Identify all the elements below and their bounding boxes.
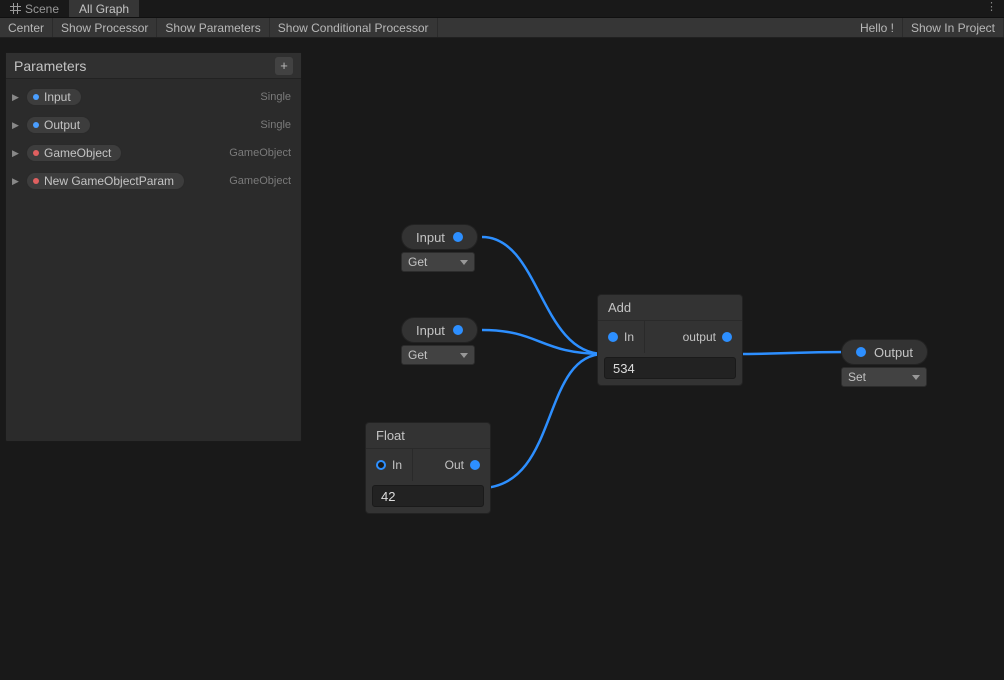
dropdown-label: Set [848,370,866,384]
node-header[interactable]: Float [366,423,490,449]
add-value-input[interactable]: 534 [604,357,736,379]
input-port-cell: In [366,449,413,481]
node-graph-canvas[interactable]: Input Get Input Get Float In [0,38,1004,680]
node-float[interactable]: Float In Out 42 [365,422,491,514]
float-value-input[interactable]: 42 [372,485,484,507]
node-output-mode-dropdown[interactable]: Set [841,367,927,387]
input-port[interactable] [376,460,386,470]
window-menu-icon[interactable]: ⋮ [982,0,1000,13]
show-processor-button[interactable]: Show Processor [53,18,157,37]
tab-graph-label: All Graph [79,2,129,16]
node-ports-row: In output [598,321,742,353]
tab-scene-label: Scene [25,2,59,16]
graph-toolbar: Center Show Processor Show Parameters Sh… [0,18,1004,38]
dropdown-label: Get [408,348,427,362]
dropdown-label: Get [408,255,427,269]
tab-scene[interactable]: Scene [0,0,69,17]
graph-canvas-area: Parameters + ▶ Input Single ▶ Output Sin… [0,38,1004,680]
chevron-down-icon [460,260,468,265]
output-port[interactable] [453,232,463,242]
center-button[interactable]: Center [0,18,53,37]
node-add[interactable]: Add In output 534 [597,294,743,386]
node-input-2-mode-dropdown[interactable]: Get [401,345,475,365]
output-port-cell: output [673,321,742,353]
node-ports-row: In Out [366,449,490,481]
input-port[interactable] [608,332,618,342]
output-port-cell: Out [435,449,490,481]
output-port[interactable] [470,460,480,470]
input-port[interactable] [856,347,866,357]
grid-icon [10,3,21,14]
top-tabs-bar: Scene All Graph ⋮ [0,0,1004,18]
hello-button[interactable]: Hello ! [852,18,903,37]
chevron-down-icon [912,375,920,380]
node-header[interactable]: Add [598,295,742,321]
port-label: Out [445,458,464,472]
node-title: Float [376,428,405,443]
node-input-2[interactable]: Input [401,317,478,343]
tab-all-graph[interactable]: All Graph [69,0,139,17]
show-conditional-button[interactable]: Show Conditional Processor [270,18,438,37]
node-label: Input [416,323,445,338]
port-label: output [683,330,716,344]
chevron-down-icon [460,353,468,358]
node-input-1[interactable]: Input [401,224,478,250]
node-label: Output [874,345,913,360]
port-label: In [624,330,634,344]
node-label: Input [416,230,445,245]
output-port[interactable] [453,325,463,335]
show-in-project-button[interactable]: Show In Project [903,18,1004,37]
node-input-1-mode-dropdown[interactable]: Get [401,252,475,272]
output-port[interactable] [722,332,732,342]
show-parameters-button[interactable]: Show Parameters [157,18,269,37]
input-port-cell: In [598,321,645,353]
port-label: In [392,458,402,472]
node-title: Add [608,300,631,315]
node-output[interactable]: Output [841,339,928,365]
